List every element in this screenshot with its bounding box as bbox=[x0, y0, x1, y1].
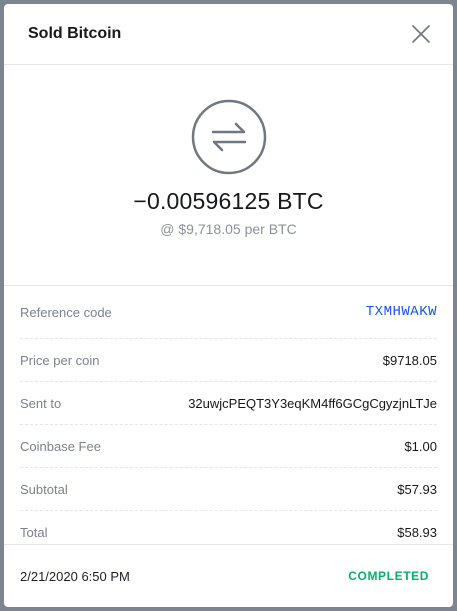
detail-label: Reference code bbox=[20, 304, 112, 320]
detail-value: $1.00 bbox=[404, 438, 437, 454]
status-badge: COMPLETED bbox=[348, 569, 429, 583]
detail-value: 32uwjcPEQT3Y3eqKM4ff6GCgCgyzjnLTJe bbox=[188, 395, 437, 411]
modal-header: Sold Bitcoin bbox=[4, 4, 453, 65]
close-icon bbox=[412, 25, 430, 43]
detail-row-coinbase-fee: Coinbase Fee $1.00 bbox=[20, 425, 437, 468]
detail-label: Sent to bbox=[20, 395, 62, 411]
close-button[interactable] bbox=[409, 22, 433, 46]
detail-row-subtotal: Subtotal $57.93 bbox=[20, 468, 437, 511]
modal-title: Sold Bitcoin bbox=[28, 25, 122, 42]
transaction-details: Reference code TXMHWAKW Price per coin $… bbox=[4, 286, 453, 553]
swap-arrows-icon bbox=[191, 99, 266, 175]
transaction-timestamp: 2/21/2020 6:50 PM bbox=[20, 568, 130, 584]
detail-label: Price per coin bbox=[20, 352, 100, 368]
modal-footer: 2/21/2020 6:50 PM COMPLETED bbox=[4, 544, 453, 607]
reference-code-link[interactable]: TXMHWAKW bbox=[366, 304, 437, 320]
transaction-summary: −0.00596125 BTC @ $9,718.05 per BTC bbox=[4, 65, 453, 286]
transaction-amount: −0.00596125 BTC bbox=[133, 188, 324, 214]
transaction-modal: Sold Bitcoin −0.00596125 BTC @ $9,718.05… bbox=[4, 4, 453, 607]
detail-value: $58.93 bbox=[397, 524, 437, 540]
detail-row-reference-code: Reference code TXMHWAKW bbox=[20, 286, 437, 339]
exchange-rate: @ $9,718.05 per BTC bbox=[160, 221, 297, 237]
detail-row-sent-to: Sent to 32uwjcPEQT3Y3eqKM4ff6GCgCgyzjnLT… bbox=[20, 382, 437, 425]
detail-label: Coinbase Fee bbox=[20, 438, 101, 454]
detail-row-price-per-coin: Price per coin $9718.05 bbox=[20, 339, 437, 382]
detail-label: Subtotal bbox=[20, 481, 68, 497]
detail-value: $57.93 bbox=[397, 481, 437, 497]
detail-value: $9718.05 bbox=[382, 352, 437, 368]
detail-label: Total bbox=[20, 524, 48, 540]
